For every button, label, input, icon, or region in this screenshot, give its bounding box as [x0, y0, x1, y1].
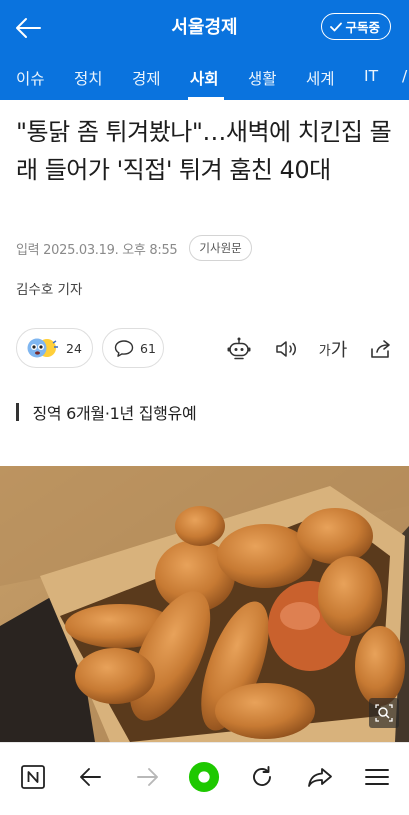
menu-icon [365, 769, 389, 785]
subscribe-label: 구독중 [345, 20, 380, 35]
reaction-count: 24 [66, 340, 82, 356]
naver-home-button[interactable] [17, 761, 49, 793]
arrow-left-icon [16, 18, 41, 38]
active-tab-indicator [188, 97, 224, 100]
share-button[interactable] [368, 336, 394, 362]
back-button[interactable] [10, 10, 46, 46]
robot-summary-icon [227, 337, 251, 360]
back-arrow-icon [80, 768, 101, 786]
check-icon [330, 22, 343, 31]
article-meta: 입력 2025.03.19. 오후 8:55 기사원문 [16, 234, 252, 262]
browser-bottom-bar [0, 742, 409, 815]
top-bar: 서울경제 구독중 [0, 0, 409, 56]
tab-it[interactable]: IT [364, 67, 378, 85]
subscribe-button[interactable]: 구독중 [321, 13, 391, 40]
browser-share-button[interactable] [304, 761, 336, 793]
comment-button[interactable]: 61 [102, 328, 164, 368]
naver-n-icon [21, 765, 45, 789]
photo-zoom-button[interactable] [369, 698, 399, 728]
zoom-icon [375, 704, 393, 722]
browser-back-button[interactable] [74, 761, 106, 793]
text-to-speech-button[interactable] [273, 336, 299, 362]
home-green-circle-icon [188, 761, 220, 793]
green-home-button[interactable] [188, 761, 220, 793]
menu-button[interactable] [361, 761, 393, 793]
speech-bubble-icon [114, 339, 134, 357]
refresh-icon [253, 766, 271, 786]
reporter-name: 김수호 기자 [16, 282, 83, 298]
original-article-button[interactable]: 기사원문 [189, 235, 252, 261]
article-headline: "통닭 좀 튀겨봤나"…새벽에 치킨집 몰래 들어가 '직접' 튀겨 훔친 40… [16, 118, 392, 184]
speaker-icon [276, 341, 296, 357]
font-small-glyph: 가 [318, 343, 331, 359]
forward-arrow-icon [137, 768, 158, 786]
article-photo[interactable] [0, 466, 409, 742]
sub-headline: 징역 6개월·1년 집행유예 [16, 400, 197, 424]
publish-date: 입력 2025.03.19. 오후 8:55 [16, 242, 178, 258]
browser-forward-button[interactable] [132, 761, 164, 793]
tab-economy[interactable]: 경제 [132, 67, 161, 89]
tab-life[interactable]: 생활 [248, 67, 277, 89]
tab-politics[interactable]: 정치 [74, 67, 103, 89]
emoji-reaction-icon [27, 338, 58, 358]
tab-more-cut: / [402, 67, 408, 85]
comment-count: 61 [140, 340, 156, 356]
fried-chicken-photo [0, 466, 409, 742]
reaction-button[interactable]: 24 [16, 328, 93, 368]
sub-headline-bar [16, 403, 19, 421]
tab-world[interactable]: 세계 [306, 67, 335, 89]
share-arrow-icon [308, 768, 332, 787]
tab-society[interactable]: 사회 [190, 67, 219, 89]
sub-headline-text: 징역 6개월·1년 집행유예 [32, 404, 197, 423]
font-size-button[interactable]: 가가 [318, 336, 348, 362]
font-large-glyph: 가 [330, 340, 348, 361]
refresh-button[interactable] [246, 761, 278, 793]
summary-bot-button[interactable] [226, 336, 252, 362]
tab-issue[interactable]: 이슈 [16, 67, 45, 89]
share-icon [371, 340, 390, 358]
category-nav: 이슈 정치 경제 사회 생활 세계 IT / [0, 56, 409, 100]
